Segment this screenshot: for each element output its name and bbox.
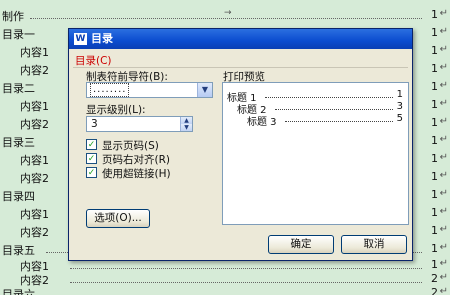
level-value: 3 bbox=[91, 118, 98, 130]
checkmark-icon[interactable]: ✓ bbox=[86, 139, 97, 150]
checkmark-icon[interactable]: ✓ bbox=[86, 167, 97, 178]
toc-dialog: W 目录 目录(C) 制表符前导符(B): ........ ▼ 显示级别(L)… bbox=[68, 28, 413, 261]
ok-button[interactable]: 确定 bbox=[268, 235, 334, 254]
leader-select[interactable]: ........ ▼ bbox=[86, 82, 213, 98]
spin-down-icon[interactable]: ▼ bbox=[180, 124, 192, 131]
tab-divider bbox=[73, 67, 408, 68]
dialog-title: 目录 bbox=[91, 32, 113, 45]
level-stepper[interactable]: 3 ▲ ▼ bbox=[86, 116, 193, 132]
spin-up-icon[interactable]: ▲ bbox=[180, 117, 192, 124]
options-button[interactable]: 选项(O)... bbox=[86, 209, 150, 228]
toc-line[interactable]: 目录六 2 ↵ bbox=[0, 286, 450, 295]
checkmark-icon[interactable]: ✓ bbox=[86, 153, 97, 164]
word-app-icon: W bbox=[74, 33, 87, 45]
toc-line[interactable]: 内容2 2 ↵ bbox=[0, 272, 450, 287]
cancel-button[interactable]: 取消 bbox=[341, 235, 407, 254]
print-preview: 标题 1 1 标题 2 3 标题 3 5 bbox=[222, 82, 409, 225]
chevron-down-icon[interactable]: ▼ bbox=[197, 83, 212, 97]
dialog-titlebar[interactable]: W 目录 bbox=[69, 29, 412, 49]
preview-row: 标题 3 5 bbox=[247, 113, 403, 128]
toc-line[interactable]: 制作 → 1 ↵ bbox=[0, 8, 450, 23]
tab-toc[interactable]: 目录(C) bbox=[75, 53, 112, 68]
preview-row: 标题 1 1 bbox=[227, 89, 403, 104]
level-label: 显示级别(L): bbox=[86, 104, 146, 116]
preview-row: 标题 2 3 bbox=[237, 101, 403, 116]
leader-value: ........ bbox=[90, 83, 130, 97]
